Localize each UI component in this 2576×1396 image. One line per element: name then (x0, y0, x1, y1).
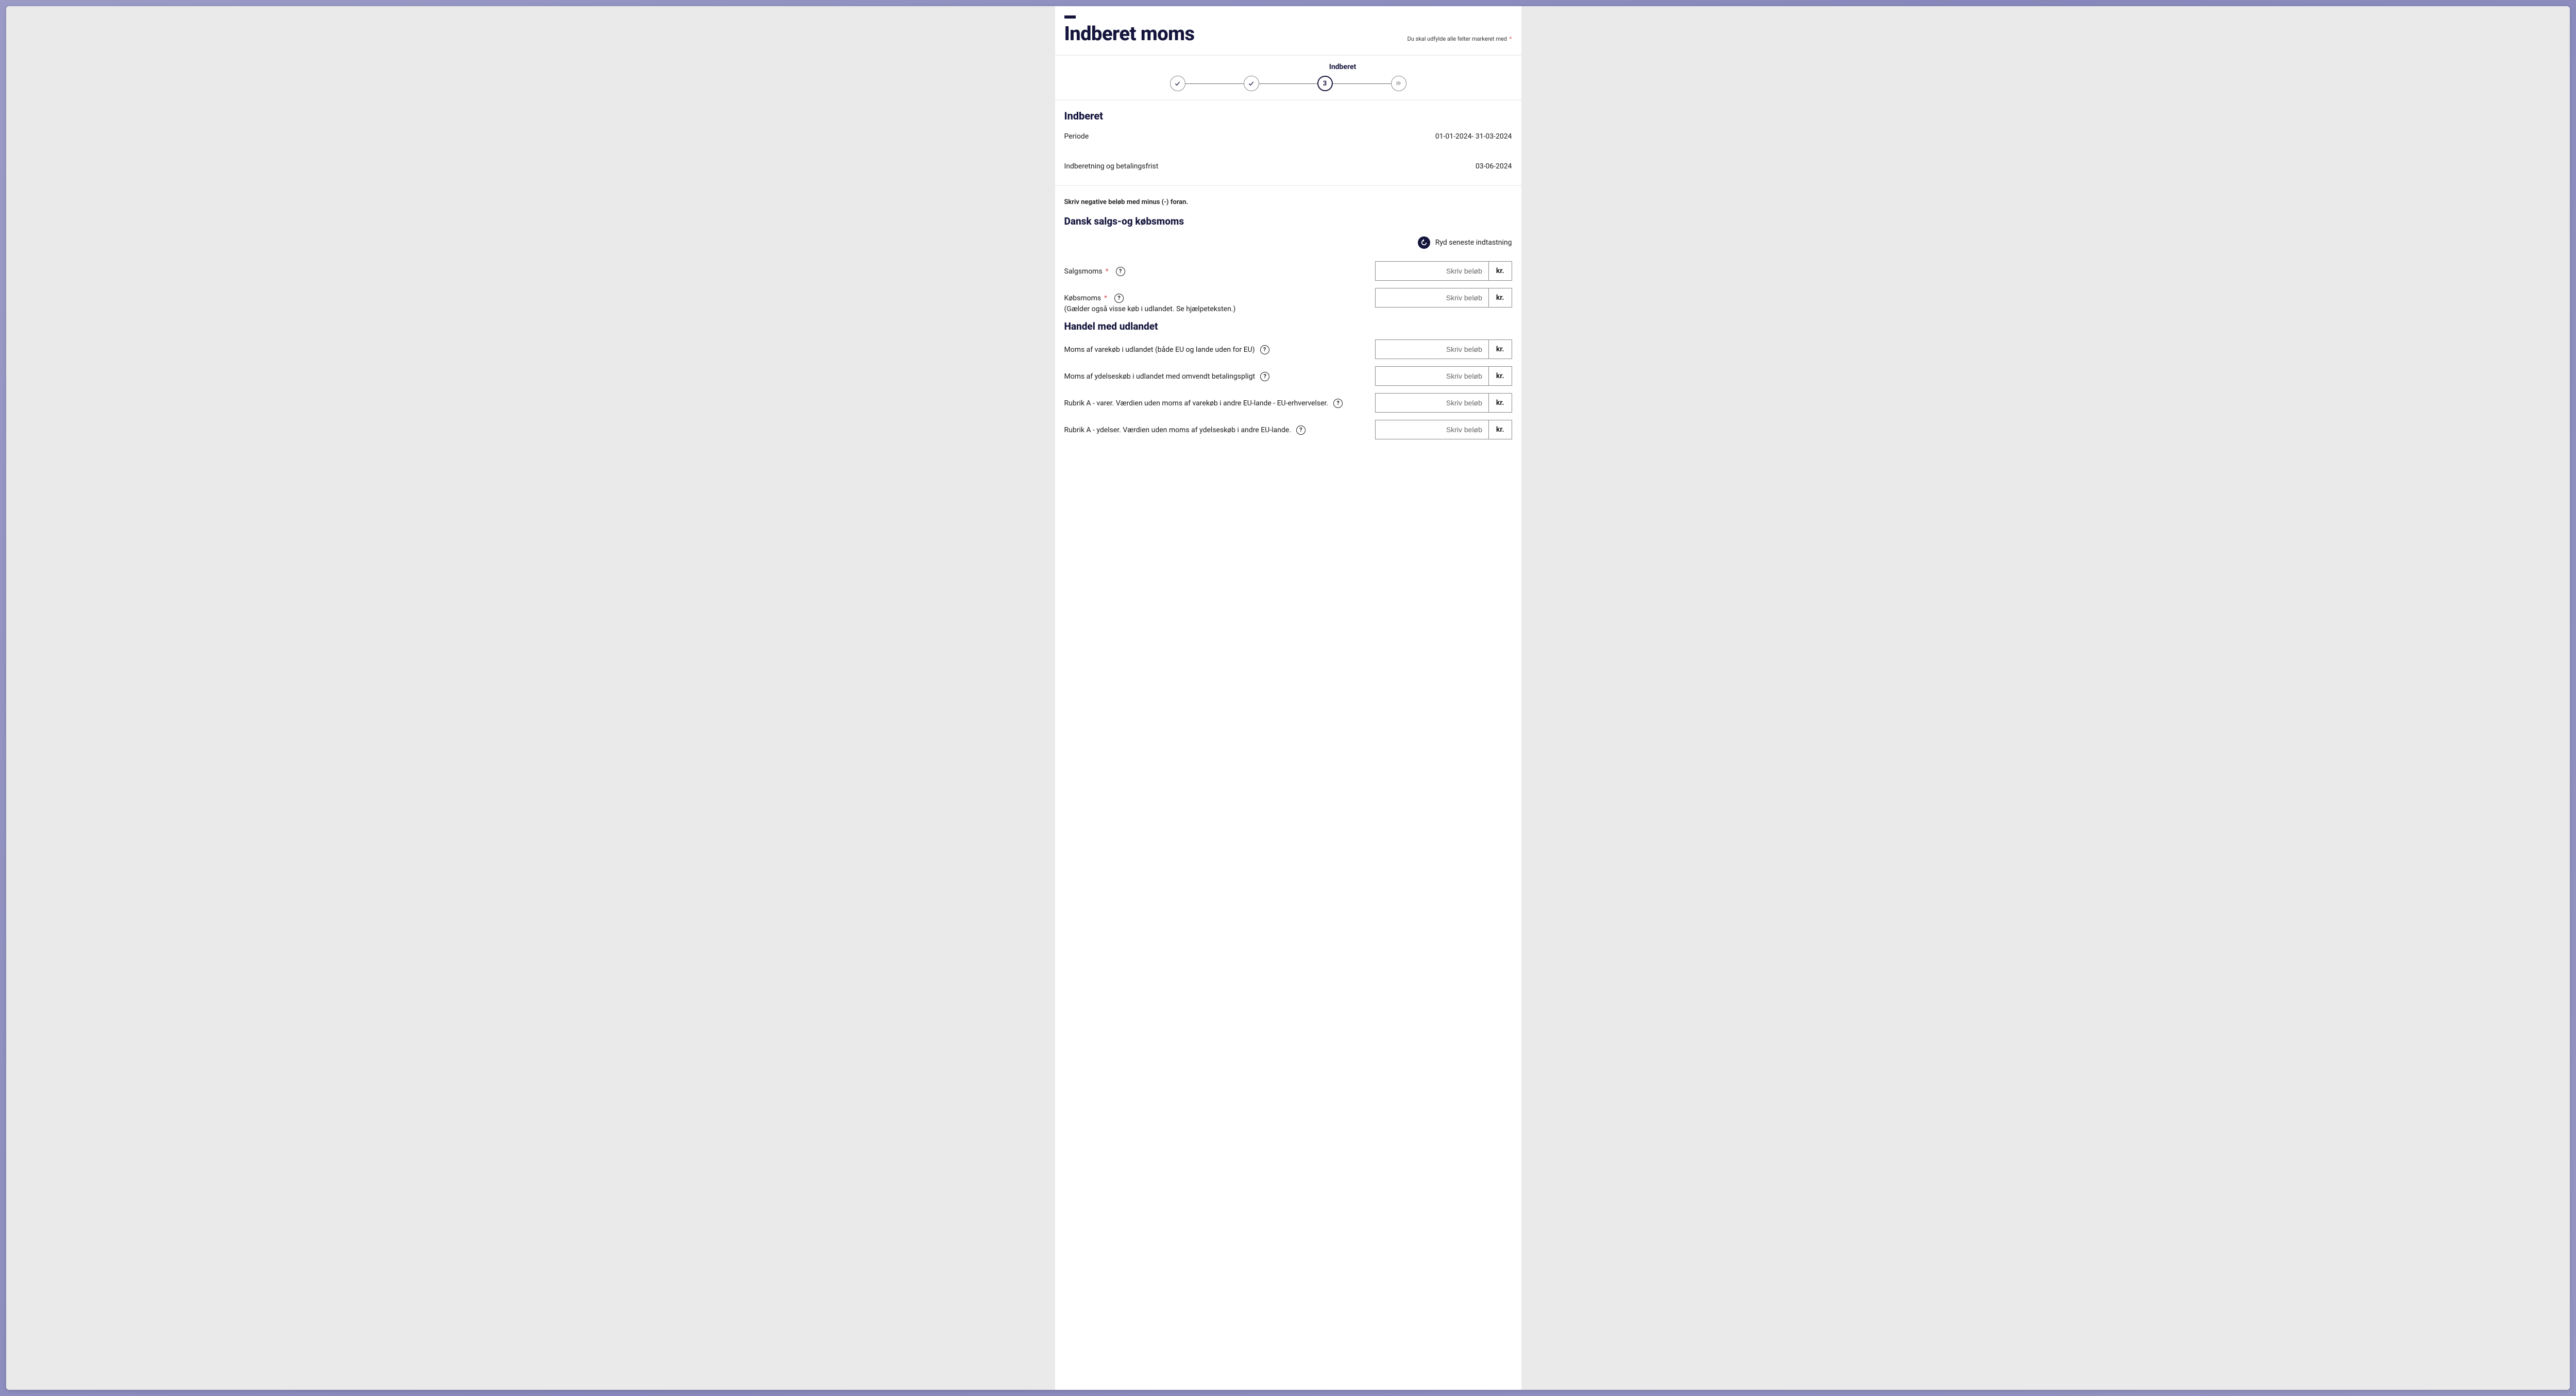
currency-suffix: kr. (1488, 339, 1512, 359)
salgsmoms-label-col: Salgsmoms * ? (1064, 261, 1365, 276)
rubrik-a-ydelser-input-group: kr. (1375, 420, 1512, 439)
reset-label: Ryd seneste indtastning (1435, 239, 1512, 247)
step-2-done[interactable] (1244, 76, 1259, 91)
deadline-label: Indberetning og betalingsfrist (1064, 162, 1159, 171)
page-content: Indberet moms Du skal udfylde alle felte… (1055, 6, 1521, 1390)
help-icon[interactable]: ? (1114, 294, 1124, 303)
rubrik-a-varer-input[interactable] (1375, 393, 1488, 413)
currency-suffix: kr. (1488, 420, 1512, 439)
help-icon[interactable]: ? (1296, 425, 1306, 435)
period-label: Periode (1064, 132, 1089, 141)
help-icon[interactable]: ? (1333, 399, 1343, 408)
help-icon[interactable]: ? (1260, 372, 1269, 381)
rubrik-a-ydelser-label-col: Rubrik A - ydelser. Værdien uden moms af… (1064, 420, 1365, 435)
currency-suffix: kr. (1488, 366, 1512, 386)
form-section: Skriv negative beløb med minus (-) foran… (1055, 186, 1521, 456)
ydelseskob-udland-label-col: Moms af ydelseskøb i udlandet med omvend… (1064, 366, 1365, 381)
rubrik-a-varer-input-group: kr. (1375, 393, 1512, 413)
step-connector (1185, 83, 1244, 84)
step-connector (1333, 83, 1391, 84)
ydelseskob-udland-label: Moms af ydelseskøb i udlandet med omvend… (1064, 372, 1256, 381)
kobsmoms-label: Købsmoms (1064, 294, 1101, 302)
help-icon[interactable]: ? (1260, 345, 1269, 354)
varekob-udland-label-col: Moms af varekøb i udlandet (både EU og l… (1064, 339, 1365, 354)
negative-amount-hint: Skriv negative beløb med minus (-) foran… (1064, 198, 1512, 206)
required-asterisk: * (1104, 294, 1107, 302)
stepper-active-label: Indberet (1174, 63, 1512, 71)
page-title: Indberet moms (1064, 23, 1195, 45)
kobsmoms-label-col: Købsmoms * ? (Gælder også visse køb i ud… (1064, 288, 1365, 313)
flag-icon (1396, 81, 1401, 87)
deadline-row: Indberetning og betalingsfrist 03-06-202… (1064, 162, 1512, 171)
rubrik-a-ydelser-row: Rubrik A - ydelser. Værdien uden moms af… (1064, 420, 1512, 439)
salgsmoms-label: Salgsmoms (1064, 267, 1103, 276)
kobsmoms-input-group: kr. (1375, 288, 1512, 308)
rubrik-a-varer-label-col: Rubrik A - varer. Værdien uden moms af v… (1064, 393, 1365, 408)
refresh-icon (1420, 239, 1428, 246)
ydelseskob-udland-input[interactable] (1375, 366, 1488, 386)
ydelseskob-udland-input-group: kr. (1375, 366, 1512, 386)
app-window: Indberet moms Du skal udfylde alle felte… (6, 6, 2570, 1390)
step-connector (1259, 83, 1317, 84)
help-icon[interactable]: ? (1116, 267, 1125, 276)
varekob-udland-input-group: kr. (1375, 339, 1512, 359)
step-1-done[interactable] (1170, 76, 1185, 91)
rubrik-a-varer-label: Rubrik A - varer. Værdien uden moms af v… (1064, 399, 1329, 407)
currency-suffix: kr. (1488, 261, 1512, 281)
checkmark-icon (1248, 81, 1254, 87)
varekob-udland-row: Moms af varekøb i udlandet (både EU og l… (1064, 339, 1512, 359)
reset-row[interactable]: Ryd seneste indtastning (1064, 236, 1512, 249)
salgsmoms-row: Salgsmoms * ? kr. (1064, 261, 1512, 281)
period-row: Periode 01-01-2024- 31-03-2024 (1064, 132, 1512, 141)
content-scroll[interactable]: Indberet moms Du skal udfylde alle felte… (6, 6, 2570, 1390)
period-value: 01-01-2024- 31-03-2024 (1435, 132, 1512, 141)
salgsmoms-input-group: kr. (1375, 261, 1512, 281)
top-accent-bar (1064, 15, 1076, 19)
deadline-value: 03-06-2024 (1476, 162, 1512, 171)
progress-stepper: 3 (1064, 76, 1512, 91)
reset-icon (1418, 236, 1430, 249)
varekob-udland-input[interactable] (1375, 339, 1488, 359)
kobsmoms-row: Købsmoms * ? (Gælder også visse køb i ud… (1064, 288, 1512, 313)
page-header: Indberet moms Du skal udfylde alle felte… (1055, 23, 1521, 56)
rubrik-a-varer-row: Rubrik A - varer. Værdien uden moms af v… (1064, 393, 1512, 413)
stepper-section: Indberet 3 (1055, 56, 1521, 100)
rubrik-a-ydelser-label: Rubrik A - ydelser. Værdien uden moms af… (1064, 426, 1291, 434)
required-fields-note: Du skal udfylde alle felter markeret med… (1408, 36, 1512, 45)
step-4-final[interactable] (1391, 76, 1406, 91)
checkmark-icon (1175, 81, 1180, 87)
kobsmoms-input[interactable] (1375, 288, 1488, 308)
currency-suffix: kr. (1488, 393, 1512, 413)
currency-suffix: kr. (1488, 288, 1512, 308)
step-3-current[interactable]: 3 (1317, 76, 1333, 91)
info-section: Indberet Periode 01-01-2024- 31-03-2024 … (1055, 100, 1521, 186)
kobsmoms-sublabel: (Gælder også visse køb i udlandet. Se hj… (1064, 305, 1365, 313)
required-asterisk: * (1510, 36, 1512, 42)
required-asterisk: * (1106, 267, 1109, 276)
foreign-trade-section-title: Handel med udlandet (1064, 320, 1512, 332)
required-note-text: Du skal udfylde alle felter markeret med (1408, 36, 1507, 42)
rubrik-a-ydelser-input[interactable] (1375, 420, 1488, 439)
salgsmoms-input[interactable] (1375, 261, 1488, 281)
ydelseskob-udland-row: Moms af ydelseskøb i udlandet med omvend… (1064, 366, 1512, 386)
dk-vat-section-title: Dansk salgs-og købsmoms (1064, 215, 1512, 227)
varekob-udland-label: Moms af varekøb i udlandet (både EU og l… (1064, 346, 1255, 354)
info-section-title: Indberet (1064, 110, 1512, 122)
